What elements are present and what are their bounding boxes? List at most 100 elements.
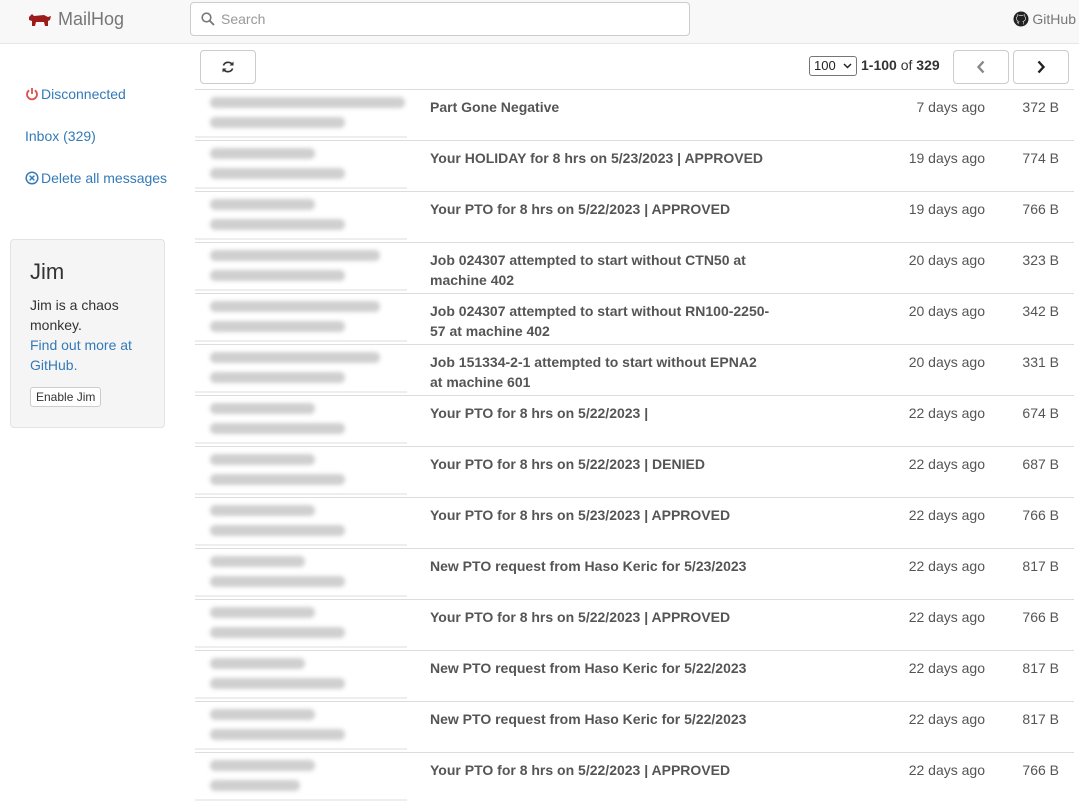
message-from-redacted <box>210 97 405 137</box>
message-row[interactable]: Your PTO for 8 hrs on 5/22/2023 | APPROV… <box>195 752 1074 803</box>
search-input[interactable] <box>221 3 681 35</box>
message-row[interactable]: New PTO request from Haso Keric for 5/22… <box>195 650 1074 701</box>
message-subject: Your PTO for 8 hrs on 5/22/2023 | DENIED <box>430 456 705 472</box>
connection-status-label: Disconnected <box>41 86 126 102</box>
message-row[interactable]: New PTO request from Haso Keric for 5/23… <box>195 548 1074 599</box>
message-size: 372 B <box>1022 99 1059 115</box>
message-row[interactable]: Your PTO for 8 hrs on 5/22/2023 | DENIED… <box>195 446 1074 497</box>
message-size: 766 B <box>1022 507 1059 523</box>
message-subject: Your PTO for 8 hrs on 5/22/2023 | <box>430 405 649 421</box>
message-row[interactable]: Your HOLIDAY for 8 hrs on 5/23/2023 | AP… <box>195 140 1074 191</box>
message-row[interactable]: New PTO request from Haso Keric for 5/22… <box>195 701 1074 752</box>
message-date: 20 days ago <box>908 303 985 319</box>
message-size: 817 B <box>1022 660 1059 676</box>
refresh-icon <box>222 61 234 73</box>
message-size: 331 B <box>1022 354 1059 370</box>
delete-all-link[interactable]: Delete all messages <box>25 168 175 188</box>
message-from-redacted <box>210 301 405 341</box>
power-icon <box>26 88 38 101</box>
message-from-redacted <box>210 454 405 494</box>
message-row[interactable]: Job 024307 attempted to start without CT… <box>195 242 1074 293</box>
message-size: 687 B <box>1022 456 1059 472</box>
message-row[interactable]: Your PTO for 8 hrs on 5/22/2023 | APPROV… <box>195 599 1074 650</box>
message-row[interactable]: Your PTO for 8 hrs on 5/23/2023 | APPROV… <box>195 497 1074 548</box>
message-date: 19 days ago <box>908 201 985 217</box>
message-date: 22 days ago <box>908 609 985 625</box>
search-icon <box>201 12 215 26</box>
connection-status[interactable]: Disconnected <box>25 84 175 104</box>
message-size: 766 B <box>1022 201 1059 217</box>
previous-page-button[interactable] <box>953 50 1009 84</box>
message-size: 817 B <box>1022 711 1059 727</box>
message-from-redacted <box>210 199 405 239</box>
message-row[interactable]: Your PTO for 8 hrs on 5/22/2023 | APPROV… <box>195 191 1074 242</box>
github-icon <box>1013 11 1029 27</box>
search-box <box>190 2 690 36</box>
chevron-right-icon <box>1037 60 1046 74</box>
message-subject: Job 024307 attempted to start without CT… <box>430 252 746 288</box>
message-from-redacted <box>210 403 405 443</box>
chevron-left-icon <box>976 60 985 74</box>
next-page-button[interactable] <box>1013 50 1069 84</box>
message-subject: Job 151334-2-1 attempted to start withou… <box>430 354 757 390</box>
message-date: 22 days ago <box>908 762 985 778</box>
page-range-info: 1-100 of 329 <box>861 57 940 73</box>
message-size: 674 B <box>1022 405 1059 421</box>
top-navbar: MailHog GitHub <box>0 0 1079 44</box>
jim-description: Jim is a chaos monkey. <box>30 297 119 333</box>
brand-name: MailHog <box>58 9 125 29</box>
delete-circle-icon <box>25 171 39 185</box>
message-date: 20 days ago <box>908 252 985 268</box>
message-date: 22 days ago <box>908 456 985 472</box>
jim-title: Jim <box>30 259 65 284</box>
page-range: 1-100 <box>861 57 897 73</box>
message-subject: Your PTO for 8 hrs on 5/22/2023 | APPROV… <box>430 609 731 625</box>
message-date: 7 days ago <box>916 99 986 115</box>
message-size: 766 B <box>1022 762 1059 778</box>
github-link[interactable]: GitHub <box>1013 11 1076 27</box>
delete-all-label: Delete all messages <box>41 170 168 186</box>
message-row[interactable]: Job 024307 attempted to start without RN… <box>195 293 1074 344</box>
message-subject: New PTO request from Haso Keric for 5/22… <box>430 660 747 676</box>
message-date: 22 days ago <box>908 507 985 523</box>
message-subject: Job 024307 attempted to start without RN… <box>430 303 770 339</box>
message-subject: Your PTO for 8 hrs on 5/23/2023 | APPROV… <box>430 507 731 523</box>
message-date: 22 days ago <box>908 558 985 574</box>
message-from-redacted <box>210 760 405 800</box>
message-date: 22 days ago <box>908 660 985 676</box>
page-size-select[interactable]: 100 <box>809 56 857 76</box>
message-from-redacted <box>210 250 405 290</box>
github-label: GitHub <box>1032 11 1076 27</box>
enable-jim-button[interactable]: Enable Jim <box>30 387 102 407</box>
message-from-redacted <box>210 658 405 698</box>
message-row[interactable]: Part Gone Negative 7 days ago 372 B <box>195 89 1074 140</box>
page-total: 329 <box>916 57 940 73</box>
message-row[interactable]: Job 151334-2-1 attempted to start withou… <box>195 344 1074 395</box>
jim-more-link[interactable]: Find out more at GitHub. <box>30 335 145 375</box>
inbox-link[interactable]: Inbox (329) <box>25 126 175 146</box>
message-from-redacted <box>210 556 405 596</box>
message-size: 817 B <box>1022 558 1059 574</box>
message-from-redacted <box>210 352 405 392</box>
message-from-redacted <box>210 148 405 188</box>
message-subject: New PTO request from Haso Keric for 5/22… <box>430 711 747 727</box>
page-of: of <box>900 57 913 73</box>
message-subject: Your PTO for 8 hrs on 5/22/2023 | APPROV… <box>430 201 731 217</box>
refresh-button[interactable] <box>200 50 256 84</box>
page-size-value: 100 <box>814 58 836 73</box>
message-date: 19 days ago <box>908 150 985 166</box>
message-subject: Part Gone Negative <box>430 99 560 115</box>
message-size: 342 B <box>1022 303 1059 319</box>
chevron-down-icon <box>843 63 852 69</box>
message-size: 323 B <box>1022 252 1059 268</box>
message-subject: Your HOLIDAY for 8 hrs on 5/23/2023 | AP… <box>430 150 764 166</box>
message-date: 22 days ago <box>908 711 985 727</box>
message-from-redacted <box>210 505 405 545</box>
message-row[interactable]: Your PTO for 8 hrs on 5/22/2023 | 22 day… <box>195 395 1074 446</box>
message-subject: New PTO request from Haso Keric for 5/23… <box>430 558 747 574</box>
hog-logo-icon <box>29 13 51 26</box>
brand-link[interactable]: MailHog <box>26 9 124 30</box>
message-size: 766 B <box>1022 609 1059 625</box>
message-date: 22 days ago <box>908 405 985 421</box>
inbox-label: Inbox (329) <box>25 128 96 144</box>
